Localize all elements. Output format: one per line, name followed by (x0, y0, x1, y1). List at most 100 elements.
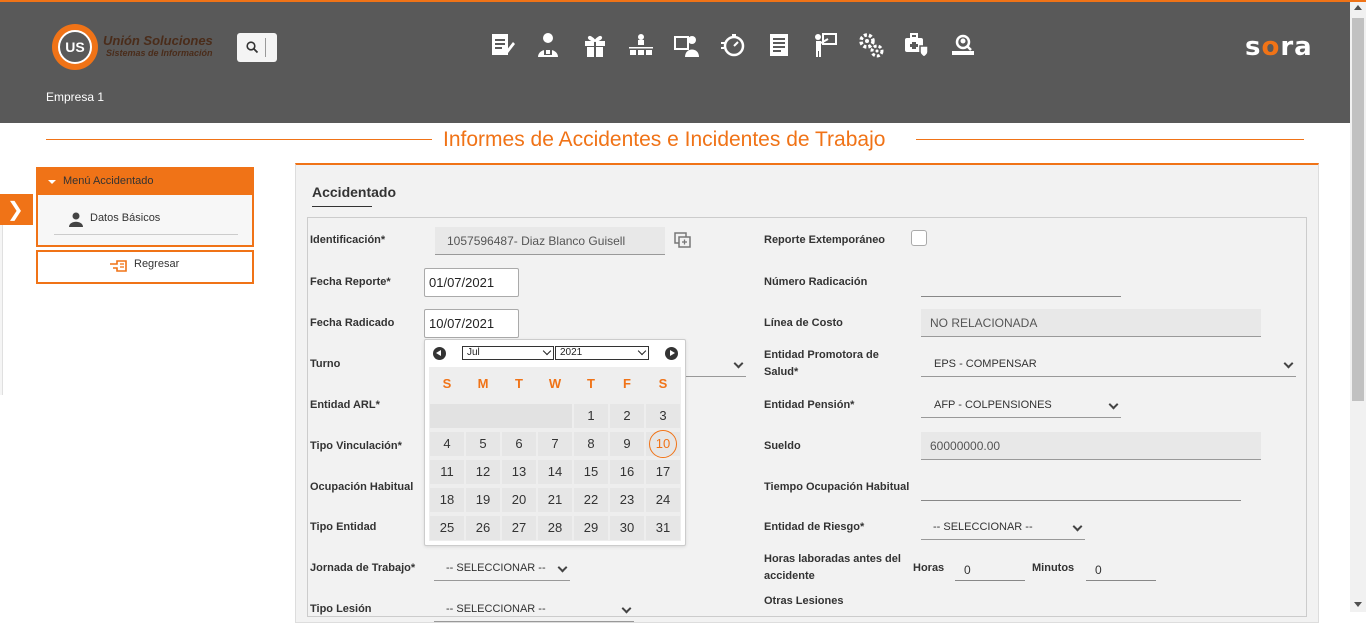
tiempo-ocupacion-label: Tiempo Ocupación Habitual (764, 481, 910, 493)
fecha-radicado-label: Fecha Radicado (310, 317, 395, 329)
calendar-day[interactable]: 14 (538, 460, 572, 484)
scroll-up-arrow-icon[interactable] (1354, 5, 1362, 10)
calendar-day[interactable]: 27 (502, 516, 536, 540)
document-list-icon[interactable] (765, 31, 793, 59)
scrollbar-thumb[interactable] (1352, 18, 1364, 401)
calendar-day-selected[interactable]: 10 (646, 430, 680, 458)
back-button[interactable]: Regresar (36, 250, 254, 284)
sidebar-item-datos-basicos[interactable]: Datos Básicos (54, 205, 238, 235)
calendar-day[interactable]: 8 (574, 432, 608, 456)
turno-select[interactable] (686, 350, 746, 377)
ocupacion-habitual-label: Ocupación Habitual (310, 481, 414, 493)
calendar-day[interactable]: 1 (574, 404, 608, 428)
fecha-reporte-input[interactable]: 01/07/2021 (424, 268, 519, 297)
chevron-down-icon (1108, 399, 1119, 410)
minutos-input[interactable]: 0 (1086, 555, 1156, 581)
calendar-day[interactable]: 22 (574, 488, 608, 512)
weekday-header: M (477, 376, 489, 391)
calendar-day[interactable]: 12 (466, 460, 500, 484)
timer-icon[interactable] (719, 31, 747, 59)
weekday-header: S (658, 376, 668, 391)
pension-select[interactable]: AFP - COLPENSIONES (921, 391, 1121, 418)
calendar-day[interactable]: 17 (646, 460, 680, 484)
calendar-day[interactable]: 25 (430, 516, 464, 540)
month-select[interactable]: Jul (462, 346, 554, 360)
user-card-icon[interactable] (673, 31, 701, 59)
next-month-icon[interactable] (665, 347, 678, 360)
calendar-day[interactable]: 23 (610, 488, 644, 512)
calendar-day[interactable]: 2 (610, 404, 644, 428)
search-button[interactable] (237, 33, 277, 62)
fecha-radicado-input[interactable]: 10/07/2021 (424, 309, 519, 338)
year-value: 2021 (560, 347, 583, 358)
identificacion-field: 1057596487- Diaz Blanco Guisell (435, 227, 665, 255)
calendar-day[interactable]: 21 (538, 488, 572, 512)
horas-input[interactable]: 0 (955, 555, 1025, 581)
calendar-day[interactable]: 6 (502, 432, 536, 456)
numero-radicacion-input[interactable] (921, 271, 1121, 297)
calendar-day[interactable]: 20 (502, 488, 536, 512)
eps-select[interactable]: EPS - COMPENSAR (921, 350, 1296, 377)
pension-value: AFP - COLPENSIONES (934, 399, 1052, 411)
calendar-day[interactable]: 9 (610, 432, 644, 456)
back-button-label: Regresar (134, 258, 180, 270)
inspection-icon[interactable] (949, 31, 977, 59)
report-edit-icon[interactable] (488, 31, 516, 59)
pointing-hand-back-icon (110, 260, 127, 272)
calendar-day[interactable]: 31 (646, 516, 680, 540)
org-hierarchy-icon[interactable] (627, 31, 655, 59)
jornada-trabajo-select[interactable]: -- SELECCIONAR -- (434, 554, 570, 581)
caret-down-icon (48, 180, 56, 184)
weekday-header: F (623, 376, 631, 391)
weekday-header: W (548, 376, 562, 391)
calendar-day[interactable]: 11 (430, 460, 464, 484)
calendar-day[interactable]: 19 (466, 488, 500, 512)
gears-icon[interactable] (857, 31, 885, 59)
sidebar-menu-title: Menú Accidentado (63, 175, 154, 187)
reporte-extemporaneo-checkbox[interactable] (911, 230, 927, 246)
calendar-blank-cells (430, 404, 572, 428)
tiempo-ocupacion-input[interactable] (921, 475, 1241, 501)
calendar-day[interactable]: 26 (466, 516, 500, 540)
medical-shield-icon[interactable] (903, 31, 931, 59)
calendar-day[interactable]: 24 (646, 488, 680, 512)
chevron-down-icon (1283, 358, 1294, 369)
calendar-day[interactable]: 13 (502, 460, 536, 484)
presentation-icon[interactable] (811, 31, 839, 59)
page-title: Informes de Accidentes e Incidentes de T… (443, 128, 886, 151)
horas-antes-accidente-label: Horas laboradas antes del accidente (764, 553, 901, 582)
tipo-lesion-value: -- SELECCIONAR -- (446, 603, 546, 615)
tipo-lesion-select[interactable]: -- SELECCIONAR -- (434, 595, 634, 622)
sidebar-toggle-button[interactable]: ❯ (0, 194, 33, 225)
tipo-lesion-label: Tipo Lesión (310, 603, 372, 615)
company-name: Empresa 1 (46, 90, 105, 104)
tipo-vinculacion-label: Tipo Vinculación* (310, 440, 402, 452)
calendar-day[interactable]: 15 (574, 460, 608, 484)
sidebar-item-label: Datos Básicos (90, 212, 161, 224)
app-header: US Unión Soluciones Sistemas de Informac… (0, 2, 1350, 123)
gift-icon[interactable] (581, 31, 609, 59)
year-select[interactable]: 2021 (555, 346, 649, 360)
chevron-down-icon (557, 562, 568, 573)
calendar-day[interactable]: 7 (538, 432, 572, 456)
calendar-day[interactable]: 16 (610, 460, 644, 484)
calendar-day[interactable]: 4 (430, 432, 464, 456)
datepicker-grid: S M T W T F S 1 2 3 4 5 6 7 8 9 10 11 12 13 14 15 16 17 18 19 20 21… (429, 367, 681, 541)
jornada-trabajo-value: -- SELECCIONAR -- (446, 562, 546, 574)
user-accident-icon[interactable] (534, 31, 562, 59)
calendar-day[interactable]: 29 (574, 516, 608, 540)
prev-month-icon[interactable] (433, 347, 446, 360)
eps-value: EPS - COMPENSAR (934, 358, 1037, 370)
copy-icon[interactable] (674, 232, 691, 248)
calendar-day[interactable]: 28 (538, 516, 572, 540)
scroll-down-arrow-icon[interactable] (1354, 602, 1362, 607)
entidad-riesgo-select[interactable]: -- SELECCIONAR -- (921, 513, 1085, 540)
calendar-day[interactable]: 18 (430, 488, 464, 512)
calendar-day[interactable]: 30 (610, 516, 644, 540)
calendar-day[interactable]: 3 (646, 404, 680, 428)
search-icon (246, 41, 259, 54)
logo[interactable]: US (52, 24, 98, 70)
calendar-day[interactable]: 5 (466, 432, 500, 456)
logo-title: Unión Soluciones (103, 33, 213, 48)
sidebar-menu-header[interactable]: Menú Accidentado (38, 169, 252, 195)
